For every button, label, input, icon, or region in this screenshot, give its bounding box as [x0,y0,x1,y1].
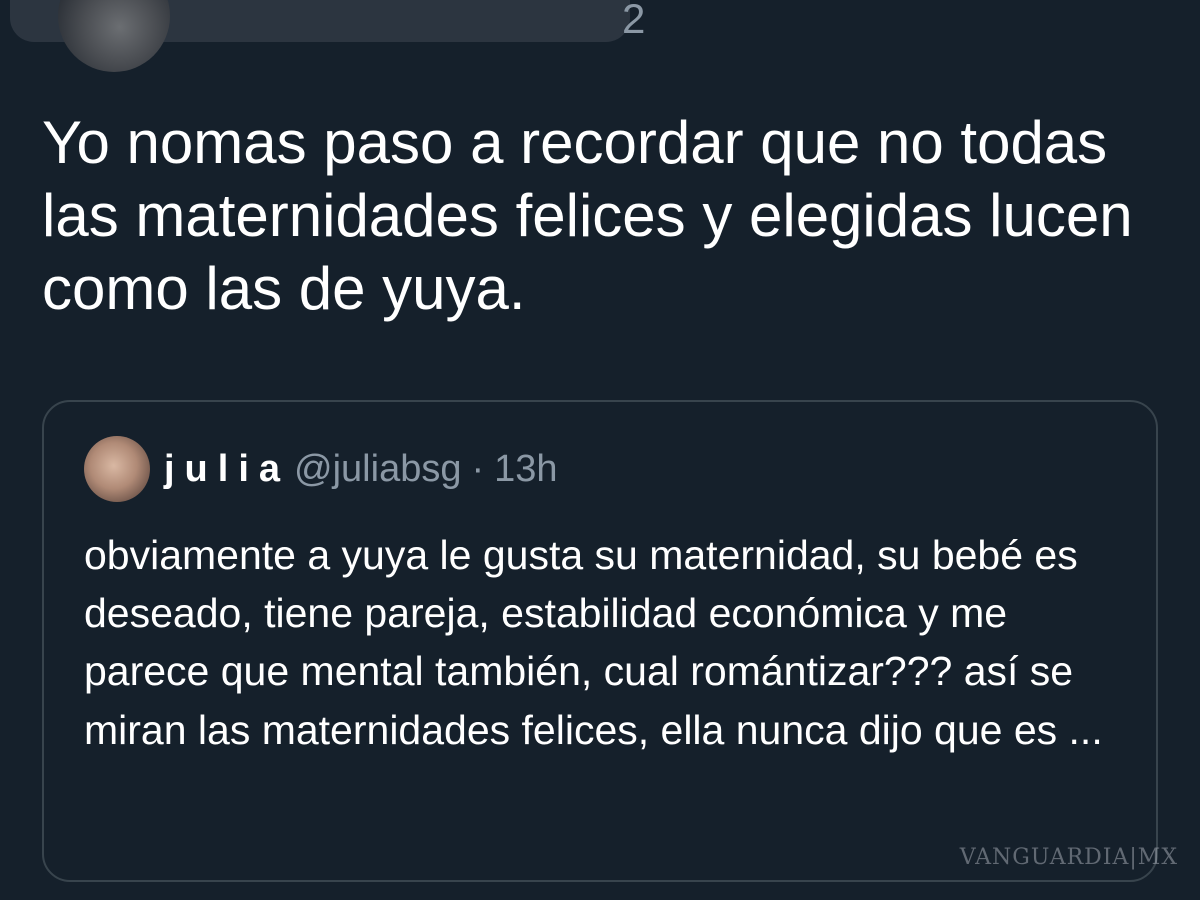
author-avatar[interactable] [58,0,170,72]
quoted-author-handle: @juliabsg [294,447,462,490]
tweet-timestamp[interactable]: 2 [622,0,645,40]
meta-separator: · [471,447,485,490]
quoted-author-avatar [84,436,150,502]
vanguardia-watermark: VANGUARDIA|MX [959,845,1178,870]
tweet-text: Yo nomas paso a recordar que no todas la… [42,109,1133,323]
quoted-tweet-header: julia @juliabsg · 13h [84,434,558,504]
quoted-tweet-card[interactable]: julia @juliabsg · 13h obviamente a yuya … [42,400,1158,882]
quoted-tweet-text: obviamente a yuya le gusta su maternidad… [84,532,1103,753]
quoted-author-name: julia [164,447,291,490]
quoted-tweet-time: 13h [494,447,558,490]
